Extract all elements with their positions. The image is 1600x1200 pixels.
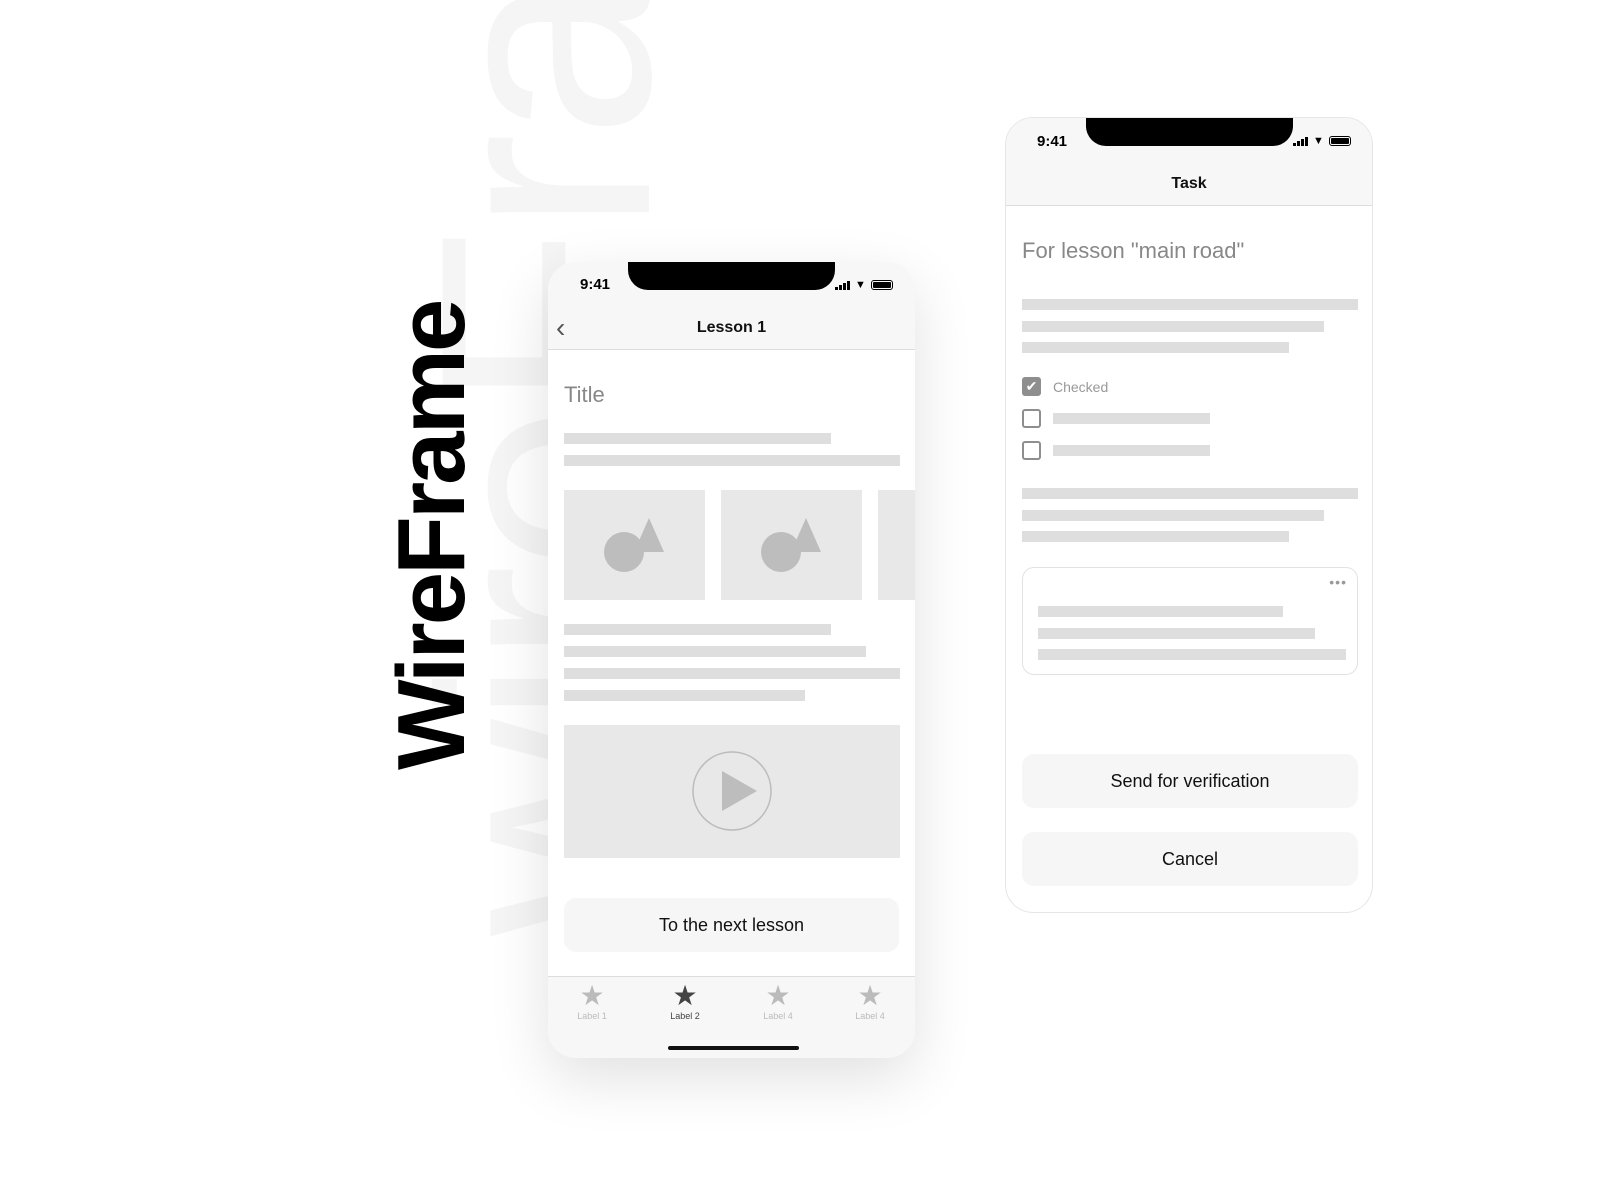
- text-placeholder: [1022, 531, 1289, 542]
- battery-icon: [1328, 136, 1351, 146]
- nav-bar: Task: [1006, 162, 1372, 206]
- nav-title: Task: [1171, 175, 1207, 192]
- play-icon[interactable]: [564, 725, 900, 858]
- tab-label: Label 1: [577, 1011, 607, 1021]
- video-placeholder[interactable]: [564, 725, 900, 858]
- text-placeholder: [1038, 649, 1346, 660]
- image-icon: [761, 518, 821, 572]
- checkbox-label: Checked: [1053, 379, 1109, 395]
- wifi-icon: ▼: [1313, 135, 1324, 147]
- star-icon: ★: [765, 980, 791, 1011]
- tab-label: Label 4: [763, 1011, 793, 1021]
- text-placeholder: [1022, 510, 1324, 521]
- text-placeholder: [1022, 342, 1289, 353]
- tab-label: Label 2: [670, 1011, 700, 1021]
- more-options-icon[interactable]: •••: [1329, 574, 1347, 590]
- text-placeholder: [564, 668, 900, 679]
- text-placeholder: [1038, 606, 1283, 617]
- status-icons: ▼: [835, 279, 893, 291]
- text-placeholder: [1053, 413, 1210, 424]
- text-placeholder: [564, 646, 866, 657]
- checkbox-unchecked[interactable]: [1022, 409, 1041, 428]
- send-for-verification-button[interactable]: Send for verification: [1022, 754, 1358, 808]
- text-placeholder: [1022, 321, 1324, 332]
- tab-label-4[interactable]: ★ Label 4: [840, 980, 900, 1022]
- wifi-icon: ▼: [855, 279, 866, 291]
- text-placeholder: [1053, 445, 1210, 456]
- tab-bar: ★ Label 1 ★ Label 2 ★ Label 4 ★ Label 4: [548, 976, 915, 1058]
- home-indicator: [668, 1046, 799, 1050]
- task-heading: For lesson "main road": [1022, 238, 1245, 263]
- tab-label-2[interactable]: ★ Label 2: [655, 980, 715, 1022]
- image-placeholder[interactable]: [564, 490, 705, 600]
- text-placeholder: [1038, 628, 1315, 639]
- task-phone: 9:41 ▼ Task For lesson "main road" ✔ Che…: [1005, 117, 1373, 913]
- text-placeholder: [564, 624, 831, 635]
- text-placeholder: [564, 690, 805, 701]
- status-time: 9:41: [1037, 133, 1068, 150]
- tab-label: Label 4: [855, 1011, 885, 1021]
- status-bar: 9:41 ▼: [1006, 118, 1372, 162]
- comment-card[interactable]: •••: [1022, 567, 1358, 675]
- checkbox-checked[interactable]: ✔: [1022, 377, 1041, 396]
- tab-label-3[interactable]: ★ Label 4: [748, 980, 808, 1022]
- back-chevron-icon[interactable]: ‹: [556, 306, 565, 350]
- image-placeholder[interactable]: [721, 490, 862, 600]
- star-icon: ★: [579, 980, 605, 1011]
- content-title: Title: [564, 382, 605, 407]
- signal-icon: [1293, 137, 1308, 146]
- page-title: WireFrame: [378, 301, 485, 770]
- lesson-phone: 9:41 ▼ ‹ Lesson 1 Title To the next less…: [548, 262, 915, 1058]
- text-placeholder: [1022, 299, 1358, 310]
- signal-icon: [835, 281, 850, 290]
- text-placeholder: [1022, 488, 1358, 499]
- star-icon: ★: [672, 980, 698, 1011]
- notch: [628, 262, 835, 290]
- battery-icon: [870, 280, 893, 290]
- image-placeholder[interactable]: [878, 490, 915, 600]
- nav-bar: ‹ Lesson 1: [548, 306, 915, 350]
- status-icons: ▼: [1293, 135, 1351, 147]
- status-time: 9:41: [580, 276, 611, 293]
- status-bar: 9:41 ▼: [548, 262, 915, 306]
- checkbox-unchecked[interactable]: [1022, 441, 1041, 460]
- nav-title: Lesson 1: [696, 319, 767, 336]
- text-placeholder: [564, 433, 831, 444]
- notch: [1086, 118, 1293, 146]
- star-icon: ★: [857, 980, 883, 1011]
- image-icon: [604, 518, 664, 572]
- tab-label-1[interactable]: ★ Label 1: [562, 980, 622, 1022]
- cancel-button[interactable]: Cancel: [1022, 832, 1358, 886]
- text-placeholder: [564, 455, 900, 466]
- next-lesson-button[interactable]: To the next lesson: [564, 898, 899, 952]
- checkmark-icon: ✔: [1025, 378, 1038, 394]
